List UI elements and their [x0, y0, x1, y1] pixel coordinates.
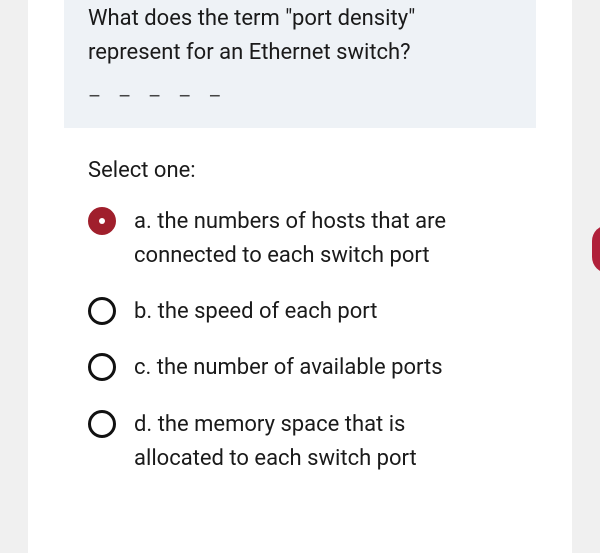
answers-area: Select one: a. the numbers of hosts that…: [28, 128, 572, 476]
radio-d[interactable]: [88, 410, 116, 438]
side-tab[interactable]: [592, 225, 600, 273]
option-a-letter: a.: [134, 209, 152, 234]
option-b-label: the speed of each port: [158, 299, 378, 324]
option-c-text: c. the number of available ports: [134, 351, 512, 385]
option-c-letter: c.: [134, 355, 151, 380]
question-box: What does the term "port density" repres…: [64, 0, 536, 128]
question-separator: – – – – –: [88, 84, 512, 108]
option-b-text: b. the speed of each port: [134, 295, 512, 329]
option-d-letter: d.: [134, 412, 152, 437]
option-c-label: the number of available ports: [157, 355, 443, 380]
radio-a[interactable]: [88, 207, 116, 235]
select-one-label: Select one:: [88, 158, 512, 183]
radio-c[interactable]: [88, 353, 116, 381]
option-c[interactable]: c. the number of available ports: [88, 351, 512, 385]
option-d[interactable]: d. the memory space that is allocated to…: [88, 408, 512, 476]
option-a-label: the numbers of hosts that are connected …: [134, 209, 446, 268]
option-b[interactable]: b. the speed of each port: [88, 295, 512, 329]
question-text: What does the term "port density" repres…: [88, 0, 512, 70]
option-d-text: d. the memory space that is allocated to…: [134, 408, 512, 476]
radio-b[interactable]: [88, 297, 116, 325]
quiz-page: What does the term "port density" repres…: [28, 0, 572, 553]
option-d-label: the memory space that is allocated to ea…: [134, 412, 417, 471]
option-a[interactable]: a. the numbers of hosts that are connect…: [88, 205, 512, 273]
option-a-text: a. the numbers of hosts that are connect…: [134, 205, 512, 273]
option-b-letter: b.: [134, 299, 152, 324]
